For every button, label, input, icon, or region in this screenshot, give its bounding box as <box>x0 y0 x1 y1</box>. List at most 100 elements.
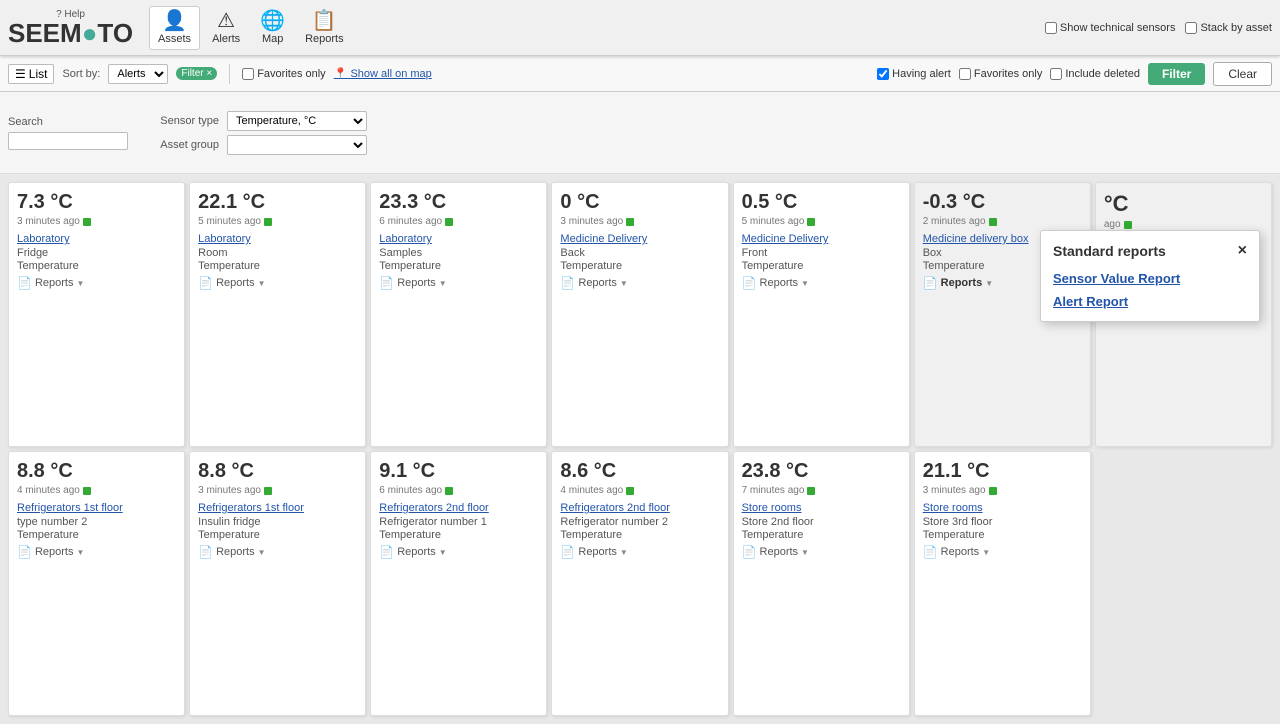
logo-area: ? Help SEEM●TO <box>8 9 133 46</box>
status-dot-r2-4 <box>626 487 634 495</box>
favorites-only-top-label[interactable]: Favorites only <box>242 68 325 80</box>
clear-button[interactable]: Clear <box>1213 62 1272 86</box>
sensor-sublocation-3: Samples <box>379 247 538 259</box>
status-dot-1 <box>83 218 91 226</box>
nav-item-map[interactable]: 🌐 Map <box>252 7 293 49</box>
nav-label-alerts: Alerts <box>212 33 240 45</box>
toolbar-separator <box>229 64 230 84</box>
sensor-card-3: 23.3 °C 6 minutes ago Laboratory Samples… <box>370 182 547 447</box>
search-input[interactable] <box>8 132 128 150</box>
show-all-on-map-link[interactable]: 📍 Show all on map <box>334 67 432 80</box>
include-deleted-label[interactable]: Include deleted <box>1050 68 1140 80</box>
stack-by-asset-label[interactable]: Stack by asset <box>1185 22 1272 34</box>
sensor-location-4[interactable]: Medicine Delivery <box>560 233 719 245</box>
filter-badge[interactable]: Filter × <box>176 67 217 80</box>
sensor-location-r2-3[interactable]: Refrigerators 2nd floor <box>379 502 538 514</box>
sensor-type-r2-3: Temperature <box>379 529 538 541</box>
list-view-button[interactable]: ☰ List <box>8 64 54 84</box>
sensor-sublocation-r2-3: Refrigerator number 1 <box>379 516 538 528</box>
reports-button-r2-4[interactable]: 📄 Reports ▼ <box>560 545 627 559</box>
sensor-location-1[interactable]: Laboratory <box>17 233 176 245</box>
reports-button-4[interactable]: 📄 Reports ▼ <box>560 276 627 290</box>
reports-button-r2-2[interactable]: 📄 Reports ▼ <box>198 545 265 559</box>
sensor-card-r2-1: 8.8 °C 4 minutes ago Refrigerators 1st f… <box>8 451 185 716</box>
sensor-location-r2-6[interactable]: Store rooms <box>923 502 1082 514</box>
sensor-time-r2-4: 4 minutes ago <box>560 485 719 496</box>
reports-button-r2-3[interactable]: 📄 Reports ▼ <box>379 545 446 559</box>
include-deleted-checkbox[interactable] <box>1050 68 1062 80</box>
popup-header: Standard reports × <box>1053 243 1247 259</box>
sensor-sublocation-r2-6: Store 3rd floor <box>923 516 1082 528</box>
having-alert-checkbox[interactable] <box>877 68 889 80</box>
having-alert-label[interactable]: Having alert <box>877 68 951 80</box>
nav-item-reports[interactable]: 📋 Reports <box>297 7 352 49</box>
sensor-location-r2-4[interactable]: Refrigerators 2nd floor <box>560 502 719 514</box>
reports-chevron-r2-5: ▼ <box>801 548 809 557</box>
sensor-location-r2-5[interactable]: Store rooms <box>742 502 901 514</box>
show-technical-sensors-checkbox[interactable] <box>1045 22 1057 34</box>
reports-doc-icon-r2-1: 📄 <box>17 545 32 559</box>
sensor-card-r2-2: 8.8 °C 3 minutes ago Refrigerators 1st f… <box>189 451 366 716</box>
sensor-value-r2-2: 8.8 °C <box>198 460 357 483</box>
sensor-value-4: 0 °C <box>560 191 719 214</box>
assets-icon: 👤 <box>162 11 187 31</box>
sensor-type-r2-4: Temperature <box>560 529 719 541</box>
sensor-time-r2-1: 4 minutes ago <box>17 485 176 496</box>
filter-button[interactable]: Filter <box>1148 63 1205 85</box>
reports-button-3[interactable]: 📄 Reports ▼ <box>379 276 446 290</box>
reports-chevron-2: ▼ <box>258 279 266 288</box>
reports-chevron-3: ▼ <box>439 279 447 288</box>
reports-popup: Standard reports × Sensor Value Report A… <box>1040 230 1260 322</box>
reports-button-r2-1[interactable]: 📄 Reports ▼ <box>17 545 84 559</box>
include-deleted-text: Include deleted <box>1065 68 1140 80</box>
favorites-only-filter-label[interactable]: Favorites only <box>959 68 1042 80</box>
sensor-sublocation-r2-5: Store 2nd floor <box>742 516 901 528</box>
reports-doc-icon-r2-5: 📄 <box>742 545 757 559</box>
sensor-value-6: -0.3 °C <box>923 191 1082 214</box>
popup-close-button[interactable]: × <box>1238 243 1247 259</box>
reports-button-1[interactable]: 📄 Reports ▼ <box>17 276 84 290</box>
sensor-location-3[interactable]: Laboratory <box>379 233 538 245</box>
sensor-value-5: 0.5 °C <box>742 191 901 214</box>
reports-chevron-1: ▼ <box>76 279 84 288</box>
sensor-location-r2-2[interactable]: Refrigerators 1st floor <box>198 502 357 514</box>
sensor-sublocation-r2-1: type number 2 <box>17 516 176 528</box>
sensor-card-r2-5: 23.8 °C 7 minutes ago Store rooms Store … <box>733 451 910 716</box>
favorites-only-filter-checkbox[interactable] <box>959 68 971 80</box>
sensor-value-7: °C <box>1104 191 1263 217</box>
status-dot-3 <box>445 218 453 226</box>
sensor-type-1: Temperature <box>17 260 176 272</box>
nav-item-assets[interactable]: 👤 Assets <box>149 6 200 50</box>
sensor-value-3: 23.3 °C <box>379 191 538 214</box>
sensor-value-2: 22.1 °C <box>198 191 357 214</box>
sensor-card-5: 0.5 °C 5 minutes ago Medicine Delivery F… <box>733 182 910 447</box>
sensor-time-1: 3 minutes ago <box>17 216 176 227</box>
sensor-type-select[interactable]: Temperature, °C Humidity, % CO2, ppm <box>227 111 367 131</box>
alert-report-link[interactable]: Alert Report <box>1053 294 1247 309</box>
show-technical-sensors-label[interactable]: Show technical sensors <box>1045 22 1176 34</box>
stack-by-asset-checkbox[interactable] <box>1185 22 1197 34</box>
sensor-sublocation-2: Room <box>198 247 357 259</box>
sensor-value-report-link[interactable]: Sensor Value Report <box>1053 271 1247 286</box>
reports-button-6[interactable]: 📄 Reports ▼ <box>923 276 993 290</box>
sensor-type-r2-2: Temperature <box>198 529 357 541</box>
reports-button-5[interactable]: 📄 Reports ▼ <box>742 276 809 290</box>
sensor-time-4: 3 minutes ago <box>560 216 719 227</box>
toolbar-row: ☰ List Sort by: Alerts Name Value Filter… <box>0 56 1280 92</box>
sensor-location-r2-1[interactable]: Refrigerators 1st floor <box>17 502 176 514</box>
reports-button-r2-6[interactable]: 📄 Reports ▼ <box>923 545 990 559</box>
sensor-location-2[interactable]: Laboratory <box>198 233 357 245</box>
nav-label-map: Map <box>262 33 283 45</box>
status-dot-r2-3 <box>445 487 453 495</box>
asset-group-select[interactable]: Group 1 Group 2 <box>227 135 367 155</box>
status-dot-4 <box>626 218 634 226</box>
nav-item-alerts[interactable]: ⚠ Alerts <box>204 7 248 49</box>
sensor-location-5[interactable]: Medicine Delivery <box>742 233 901 245</box>
reports-button-2[interactable]: 📄 Reports ▼ <box>198 276 265 290</box>
favorites-only-filter-text: Favorites only <box>974 68 1042 80</box>
map-pin-icon: 📍 <box>334 68 348 80</box>
favorites-only-top-checkbox[interactable] <box>242 68 254 80</box>
sort-select[interactable]: Alerts Name Value <box>108 64 168 84</box>
sensor-card-1: 7.3 °C 3 minutes ago Laboratory Fridge T… <box>8 182 185 447</box>
reports-button-r2-5[interactable]: 📄 Reports ▼ <box>742 545 809 559</box>
